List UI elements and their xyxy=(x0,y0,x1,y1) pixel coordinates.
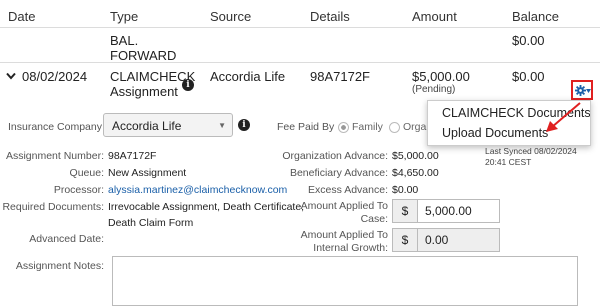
caret-down-icon xyxy=(586,89,591,93)
assignment-notes-textarea[interactable] xyxy=(112,256,578,306)
balance-cell: $0.00 xyxy=(512,69,545,84)
beneficiary-advance-label: Beneficiary Advance: xyxy=(289,167,388,179)
col-header-amount: Amount xyxy=(412,9,457,24)
required-documents-label: Required Documents: xyxy=(2,201,104,213)
org-advance-label: Organization Advance: xyxy=(282,150,388,162)
processor-label: Processor: xyxy=(53,184,104,196)
table-row[interactable]: BAL. FORWARD $0.00 xyxy=(0,28,600,63)
table-row-expanded[interactable]: 08/02/2024 CLAIMCHECK Assignment i Accor… xyxy=(0,63,600,101)
required-documents-line2: Death Claim Form xyxy=(108,217,194,229)
fee-paid-by-label: Fee Paid By xyxy=(277,121,335,133)
applied-case-label-line2: Case: xyxy=(360,213,388,225)
applied-to-case-input[interactable]: $ 5,000.00 xyxy=(392,199,500,223)
assignment-notes-label: Assignment Notes: xyxy=(15,260,104,272)
dropdown-caret-icon: ▼ xyxy=(218,121,226,130)
chevron-down-icon[interactable] xyxy=(6,72,16,80)
insurance-company-label: Insurance Company xyxy=(8,121,102,133)
advanced-date-label: Advanced Date: xyxy=(29,233,104,245)
type-cell-line2: FORWARD xyxy=(110,48,177,63)
excess-advance-label: Excess Advance: xyxy=(308,184,388,196)
amount-status: (Pending) xyxy=(412,84,456,95)
col-header-balance: Balance xyxy=(512,9,559,24)
insurance-company-value: Accordia Life xyxy=(112,119,182,133)
insurance-company-select[interactable]: Accordia Life ▼ xyxy=(103,113,233,137)
gear-icon xyxy=(575,85,586,96)
col-header-source: Source xyxy=(210,9,252,24)
amount-cell: $5,000.00 xyxy=(412,69,470,84)
currency-prefix: $ xyxy=(393,229,418,251)
currency-prefix: $ xyxy=(393,200,418,222)
col-header-date: Date xyxy=(8,9,36,24)
applied-to-growth-input[interactable]: $ 0.00 xyxy=(392,228,500,252)
radio-organization-label: Orga xyxy=(403,121,427,133)
red-arrow xyxy=(546,102,581,132)
applied-to-growth-value: 0.00 xyxy=(425,233,449,247)
col-header-type: Type xyxy=(110,9,139,24)
last-synced-line2: 20:41 CEST xyxy=(485,157,532,167)
org-advance-value: $5,000.00 xyxy=(392,150,439,162)
applied-growth-label-line2: Internal Growth: xyxy=(313,242,388,254)
info-icon[interactable]: i xyxy=(182,79,194,91)
assignment-number: 98A7172F xyxy=(108,150,157,162)
date-cell: 08/02/2024 xyxy=(22,69,88,84)
applied-case-label-line1: Amount Applied To xyxy=(300,200,388,212)
last-synced-line1: Last Synced 08/02/2024 xyxy=(485,146,577,156)
source-cell: Accordia Life xyxy=(210,69,286,84)
info-icon[interactable]: i xyxy=(238,119,250,131)
queue-label: Queue: xyxy=(69,167,104,179)
settings-button[interactable] xyxy=(571,80,593,100)
radio-family[interactable] xyxy=(338,122,349,133)
col-header-details: Details xyxy=(310,9,350,24)
assignment-number-label: Assignment Number: xyxy=(5,150,104,162)
balance-cell: $0.00 xyxy=(512,33,545,48)
details-cell: 98A7172F xyxy=(310,69,370,84)
beneficiary-advance-value: $4,650.00 xyxy=(392,167,439,179)
radio-family-label: Family xyxy=(352,121,383,133)
queue-value: New Assignment xyxy=(108,167,187,179)
type-cell-line1: BAL. xyxy=(110,33,139,48)
applied-growth-label-line1: Amount Applied To xyxy=(300,229,388,241)
excess-advance-value: $0.00 xyxy=(392,184,419,196)
applied-to-case-value: 5,000.00 xyxy=(425,204,472,218)
type-cell-line2: Assignment xyxy=(110,84,178,99)
radio-organization[interactable] xyxy=(389,122,400,133)
